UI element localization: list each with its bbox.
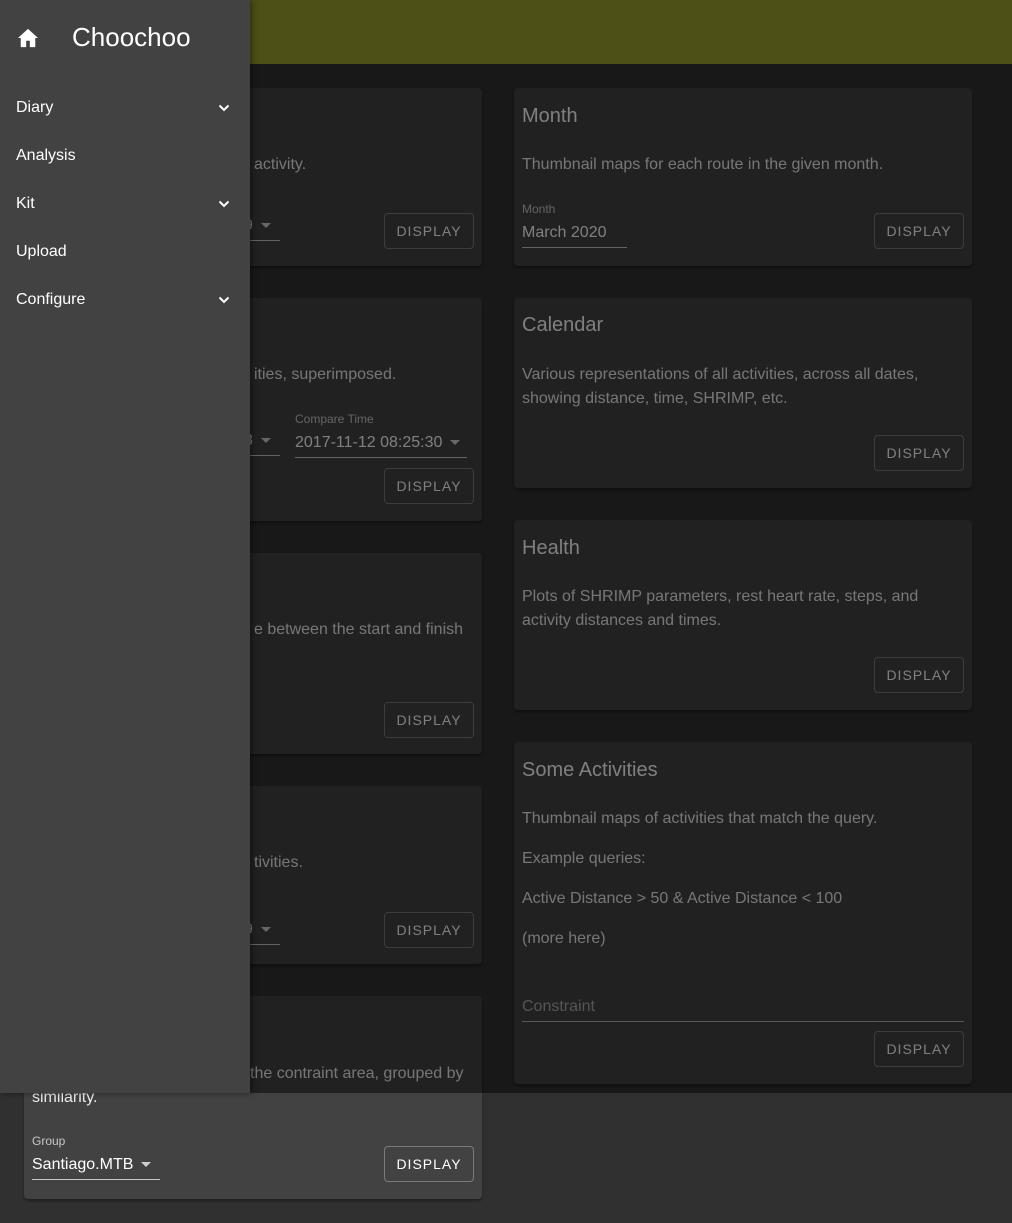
chevron-down-icon <box>218 296 230 304</box>
drawer-header: Choochoo <box>0 0 250 76</box>
nav-item-kit[interactable]: Kit <box>0 180 250 228</box>
app-title: Choochoo <box>72 22 191 52</box>
nav-item-label: Analysis <box>16 147 76 164</box>
nav-item-diary[interactable]: Diary <box>0 84 250 132</box>
nav-item-label: Diary <box>16 99 54 116</box>
chevron-down-icon <box>218 104 230 112</box>
nav-item-label: Upload <box>16 243 67 260</box>
nav-item-label: Kit <box>16 195 35 212</box>
nav-item-label: Configure <box>16 291 86 308</box>
group-label: Group <box>32 1134 66 1148</box>
display-button[interactable]: DISPLAY <box>384 1146 474 1182</box>
chevron-down-icon <box>218 200 230 208</box>
home-icon[interactable] <box>17 28 39 48</box>
nav-drawer: Choochoo Diary Analysis Kit Upload Confi… <box>0 0 250 1093</box>
dropdown-caret-icon <box>141 1162 152 1167</box>
nav-item-upload[interactable]: Upload <box>0 228 250 276</box>
nav-item-configure[interactable]: Configure <box>0 276 250 324</box>
group-select[interactable]: Group Santiago.MTB <box>32 1134 160 1180</box>
nav-item-analysis[interactable]: Analysis <box>0 132 250 180</box>
